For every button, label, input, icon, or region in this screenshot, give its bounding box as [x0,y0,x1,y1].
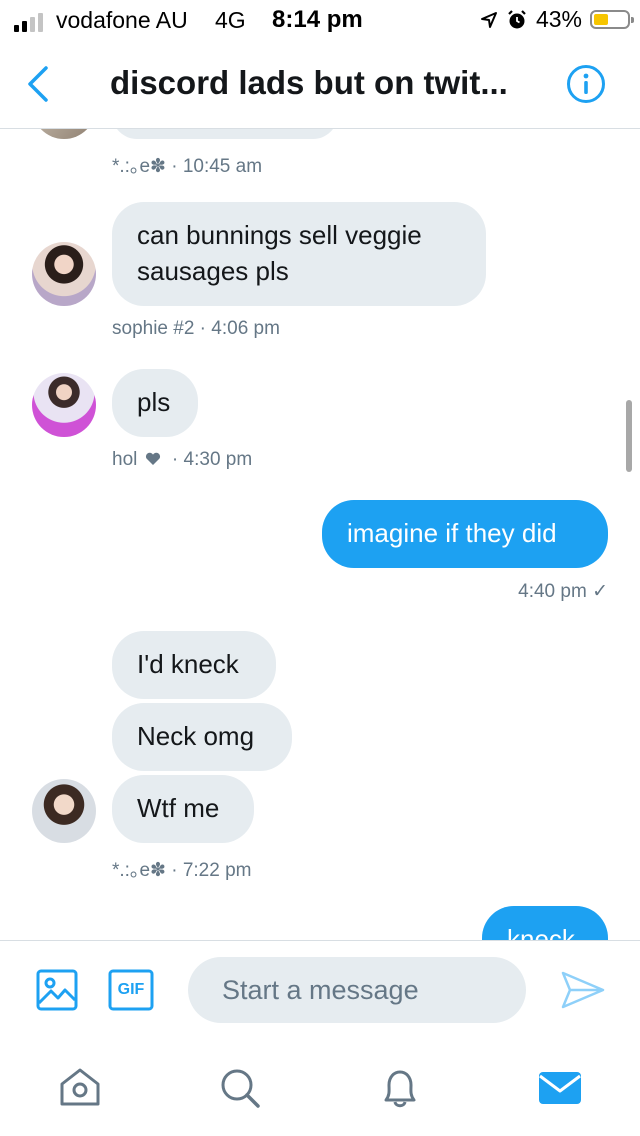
message-meta: sophie #2 · 4:06 pm [112,318,280,339]
message-meta: *.:｡e✽ · 7:22 pm [112,860,252,881]
gif-label: GIF [117,981,145,998]
image-icon[interactable] [36,969,78,1011]
info-icon[interactable] [566,64,606,104]
battery-icon [590,10,634,29]
message-meta: 4:40 pm ✓ [518,581,608,602]
location-arrow-icon [480,11,497,28]
message-text: Wtf me [137,793,220,823]
avatar[interactable] [32,373,96,437]
message-text-line: sausages pls [137,256,289,286]
message-bubble-outgoing[interactable]: imagine if they did [322,500,608,568]
clock: 8:14 pm [272,6,363,33]
avatar[interactable] [32,129,96,139]
heart-icon [145,452,160,465]
message-text-line: can bunnings sell veggie [137,220,422,250]
message-composer: GIF Start a message [0,940,640,1041]
message-bubble[interactable]: Wtf me [112,775,254,843]
conversation-title[interactable]: discord lads but on twit... [110,64,508,102]
message-input[interactable]: Start a message [188,957,526,1023]
bell-icon[interactable] [376,1064,424,1112]
status-bar: vodafone AU 4G 8:14 pm 43% [0,0,640,40]
avatar[interactable] [32,242,96,306]
message-bubble[interactable]: can bunnings sell veggie sausages pls [112,202,486,306]
home-icon[interactable] [56,1064,104,1112]
message-text: Neck omg [137,721,255,751]
battery-percent: 43% [535,6,582,32]
message-text: I'd kneck [137,649,239,679]
message-bubble-outgoing[interactable]: kneck [482,906,608,940]
message-time: · 4:30 pm [171,449,253,470]
tab-bar [0,1040,640,1136]
message-meta: hol · 4:30 pm [112,449,252,471]
conversation-header: discord lads but on twit... [0,40,640,129]
sender-name: hol [112,449,138,470]
search-icon[interactable] [216,1064,264,1112]
signal-strength-icon [14,12,43,32]
gif-button[interactable]: GIF [108,969,154,1011]
alarm-icon [508,9,526,28]
mail-icon[interactable] [536,1064,584,1112]
carrier-name: vodafone AU [56,7,188,33]
network-type: 4G [215,7,246,33]
message-bubble[interactable]: I'd kneck [112,631,276,699]
chevron-left-icon[interactable] [24,62,54,106]
message-list[interactable]: *.:｡e✽ · 10:45 am can bunnings sell vegg… [0,129,640,940]
message-meta: *.:｡e✽ · 10:45 am [112,156,263,177]
scroll-indicator[interactable] [626,400,632,472]
status-right: 43% [480,6,634,33]
message-bubble[interactable]: Neck omg [112,703,292,771]
message-bubble[interactable] [112,129,338,139]
avatar[interactable] [32,779,96,843]
message-input-placeholder: Start a message [222,975,419,1005]
message-bubble[interactable]: pls [112,369,198,437]
message-text: pls [137,387,171,417]
message-text: kneck [507,924,575,940]
send-icon[interactable] [560,969,606,1011]
message-text: imagine if they did [347,518,557,548]
